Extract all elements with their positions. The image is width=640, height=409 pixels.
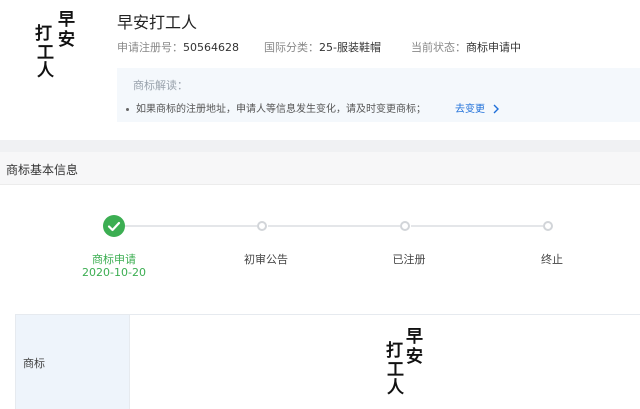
logo-char: 安 <box>58 30 75 50</box>
intl-class: 国际分类：25-服装鞋帽 <box>264 39 381 55</box>
timeline-step-done <box>103 215 125 237</box>
timeline-step-label: 商标申请 <box>92 253 136 266</box>
section-header: 商标基本信息 <box>0 152 640 185</box>
mark-char: 安 <box>406 347 423 367</box>
trademark-notice: 商标解读： 如果商标的注册地址，申请人等信息发生变化，请及时变更商标； 去变更 <box>117 68 640 122</box>
trademark-logo: 早 安 打 工 人 <box>30 10 82 82</box>
reg-number: 申请注册号：50564628 <box>117 39 239 55</box>
timeline-track <box>268 225 400 227</box>
logo-char: 早 <box>58 10 75 30</box>
current-status: 当前状态：商标申请中 <box>411 39 521 55</box>
timeline-step-pending <box>257 221 267 231</box>
logo-char: 人 <box>37 61 54 81</box>
trademark-info-table: 商标 早 安 打 工 人 <box>15 314 640 409</box>
change-link-label[interactable]: 去变更 <box>455 104 485 115</box>
timeline-step-label: 终止 <box>541 253 563 266</box>
timeline-step-label: 已注册 <box>392 253 426 266</box>
info-key-label: 商标 <box>23 357 45 370</box>
section-title: 商标基本信息 <box>6 163 79 177</box>
trademark-title: 早安打工人 <box>117 13 198 32</box>
bullet-icon <box>126 107 129 111</box>
logo-char: 打 <box>35 24 52 44</box>
timeline-step-date: 2020-10-20 <box>82 266 146 279</box>
timeline-track <box>411 225 543 227</box>
timeline-track <box>125 225 257 227</box>
chevron-right-icon[interactable] <box>492 104 500 114</box>
notice-title: 商标解读： <box>133 79 188 92</box>
mark-char: 早 <box>406 327 423 347</box>
intl-class-value: 25-服装鞋帽 <box>319 41 381 54</box>
reg-number-label: 申请注册号： <box>117 41 183 54</box>
info-key-cell: 商标 <box>16 315 130 409</box>
mark-char: 工 <box>387 360 404 380</box>
timeline-step-label: 初审公告 <box>244 253 288 266</box>
section-divider <box>0 140 640 152</box>
timeline-step-pending <box>400 221 410 231</box>
current-status-label: 当前状态： <box>411 41 466 54</box>
current-status-value: 商标申请中 <box>466 41 521 54</box>
reg-number-value: 50564628 <box>183 41 239 54</box>
logo-char: 工 <box>37 43 54 63</box>
intl-class-label: 国际分类： <box>264 41 319 54</box>
trademark-header: 早 安 打 工 人 早安打工人 申请注册号：50564628 国际分类：25-服… <box>0 0 640 140</box>
mark-char: 打 <box>386 341 403 361</box>
mark-char: 人 <box>387 378 404 398</box>
notice-message: 如果商标的注册地址，申请人等信息发生变化，请及时变更商标； <box>136 104 426 115</box>
timeline-step-pending <box>543 221 553 231</box>
check-icon <box>107 221 121 232</box>
change-link[interactable]: 去变更 <box>455 100 500 115</box>
trademark-image: 早 安 打 工 人 <box>386 329 438 401</box>
notice-text: 如果商标的注册地址，申请人等信息发生变化，请及时变更商标； <box>126 100 426 115</box>
